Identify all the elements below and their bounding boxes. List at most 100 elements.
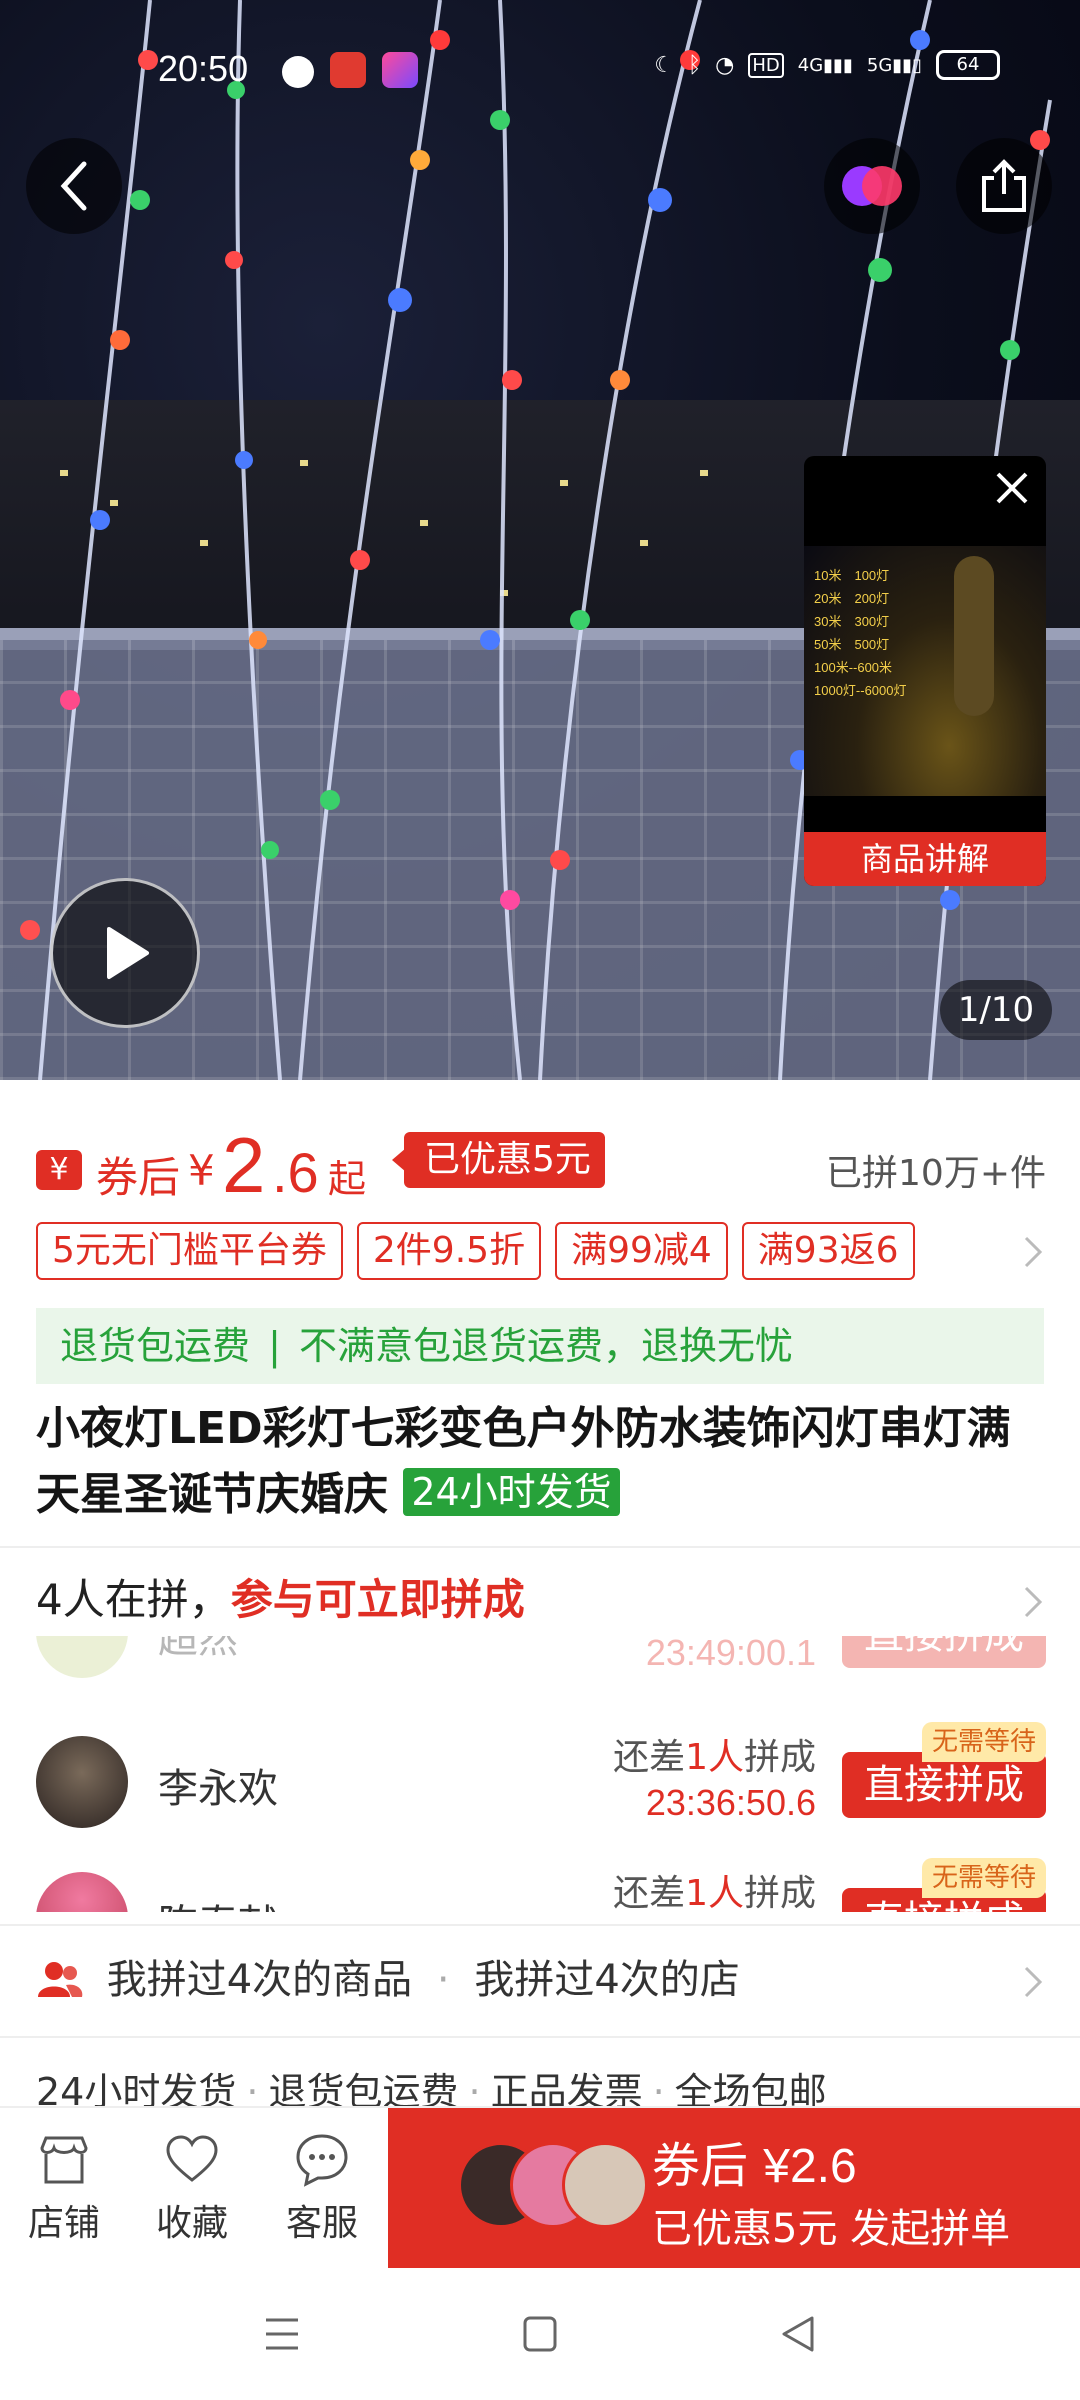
history-separator: · [436,1957,450,2003]
status-time: 20:50 [158,48,249,89]
chevron-right-icon[interactable] [1022,1964,1046,2000]
no-wait-badge: 无需等待 [921,1722,1046,1762]
after-coupon-label: 券后 [96,1153,181,1202]
users-icon [38,1962,83,1997]
buy-price-line: 券后 ¥2.6 [652,2138,857,2194]
coupon-tag[interactable]: 5元无门槛平台券 [36,1222,343,1280]
yen-badge-icon: ¥ [36,1150,82,1190]
service-item: 全场包邮 [674,2070,827,2110]
service-item: 正品发票 [490,2070,643,2110]
chevron-left-icon [60,161,87,211]
service-item: 24小时发货 [36,2070,237,2110]
spec-line: 30米 300灯 [814,614,890,629]
moon-icon: ☾ [654,52,674,78]
guarantee-right: 不满意包退货运费，退换无忧 [299,1324,794,1368]
close-video-button[interactable] [984,460,1040,516]
image-counter: 1/10 [940,980,1052,1040]
countdown-timer: 23:36:50.6 [645,1782,816,1823]
share-button[interactable] [956,138,1052,234]
floating-video-player[interactable]: 10米 100灯 20米 200灯 30米 300灯 50米 500灯 100米… [804,456,1046,886]
buy-subtitle: 已优惠5元 发起拼单 [652,2206,1011,2252]
system-navigation-bar [0,2268,1080,2400]
coupon-tag[interactable]: 2件9.5折 [356,1222,542,1280]
guarantee-left: 退货包运费 [60,1324,251,1368]
history-items[interactable]: 我拼过4次的商品 [107,1957,412,2003]
menu-icon[interactable] [262,2312,302,2356]
price-integer: 2 [222,1121,266,1209]
participant-avatars [458,2142,648,2232]
group-member-row[interactable]: 超然 23:49:00.1 直接拼成 [36,1636,1046,1692]
bluetooth-icon: ᛒ [687,52,702,78]
store-icon [40,2136,88,2184]
home-icon[interactable] [520,2312,560,2356]
service-guarantees-row[interactable]: 24小时发货 · 退货包运费 · 正品发票 · 全场包邮 [36,2064,1046,2110]
history-stores[interactable]: 我拼过4次的店 [474,1957,739,2003]
battery-indicator: 64 [936,50,1000,80]
video-specs: 10米 100灯 20米 200灯 30米 300灯 50米 500灯 100米… [814,564,907,702]
back-button[interactable] [26,138,122,234]
app-icon [382,52,418,88]
play-video-button[interactable] [50,878,200,1028]
group-buy-header[interactable]: 4人在拼，参与可立即拼成 [36,1570,1046,1630]
group-member-row[interactable]: 李永欢 还差1人拼成 23:36:50.6 直接拼成 无需等待 [36,1722,1046,1842]
heart-icon [166,2135,218,2182]
coupon-tag[interactable]: 满99减4 [555,1222,728,1280]
coupon-tag[interactable]: 满93返6 [741,1222,915,1280]
product-detail-page: 20:50 ☾ ᛒ ◔ HD 4G▮▮▮ 5G▮▮▯ 64 10米 100灯 2… [0,0,1080,2400]
spec-line: 10米 100灯 [814,568,890,583]
close-icon [996,472,1028,504]
member-name: 李永欢 [158,1766,278,1812]
price-suffix: 起 [328,1157,367,1201]
avatar [36,1736,128,1828]
product-title: 小夜灯LED彩灯七彩变色户外防水装饰闪灯串灯满天星圣诞节庆婚庆 24小时发货 [36,1396,1046,1528]
favorite-tab[interactable]: 收藏 [132,2132,252,2246]
divider [0,1924,1080,1926]
group-count: 4人在拼， [36,1575,231,1624]
group-member-list[interactable]: 超然 23:49:00.1 直接拼成 李永欢 还差1人拼成 23:36:50.6… [0,1636,1080,1912]
spec-line: 20米 200灯 [814,591,890,606]
join-group-button[interactable]: 直接拼成 [842,1636,1046,1668]
need-count: 还差1人拼成 [613,1873,816,1912]
toutiao-icon [330,52,366,88]
guarantee-separator: | [268,1324,281,1368]
spec-line: 50米 500灯 [814,637,890,652]
coupon-row[interactable]: 5元无门槛平台券 2件9.5折 满99减4 满93返6 [36,1222,1056,1280]
group-cta: 参与可立即拼成 [230,1575,525,1624]
tab-label: 收藏 [155,2203,228,2244]
customer-service-tab[interactable]: 客服 [262,2132,382,2246]
price-decimal: .6 [272,1141,319,1204]
chat-icon [296,2134,348,2187]
tree-graphic [954,556,994,716]
wifi-icon: ◔ [715,52,735,78]
chevron-right-icon[interactable] [1022,1584,1046,1620]
brand-logo-button[interactable] [824,138,920,234]
bottom-action-bar: 店铺 收藏 客服 券后 ¥2.6 已优惠5元 发起拼单 [0,2106,1080,2270]
tab-label: 客服 [285,2203,358,2244]
spec-line: 100米--600米 [814,660,893,675]
status-bar: 20:50 ☾ ᛒ ◔ HD 4G▮▮▮ 5G▮▮▯ 64 [0,40,1080,100]
return-guarantee-banner[interactable]: 退货包运费 | 不满意包退货运费，退换无忧 [36,1308,1044,1384]
purchase-history-row[interactable]: 我拼过4次的商品 · 我拼过4次的店 [36,1950,1046,2010]
group-member-row[interactable]: 陈春献 还差1人拼成 直接拼成 无需等待 [36,1858,1046,1912]
product-explain-label[interactable]: 商品讲解 [804,832,1046,886]
currency-symbol: ¥ [188,1146,215,1195]
back-nav-icon[interactable] [778,2312,818,2356]
5g-signal-icon: 5G▮▮▯ [866,54,922,76]
member-name: 超然 [158,1636,238,1662]
avatar [562,2142,648,2228]
store-tab[interactable]: 店铺 [4,2132,124,2246]
avatar [36,1636,128,1678]
hd-icon: HD [748,52,784,78]
fast-shipping-badge: 24小时发货 [403,1468,620,1516]
countdown-timer: 23:49:00.1 [645,1636,816,1673]
play-icon [107,927,149,979]
wechat-icon [282,56,314,88]
member-name: 陈春献 [158,1892,278,1912]
chevron-right-icon[interactable] [1022,1234,1046,1270]
4g-signal-icon: 4G▮▮▮ [797,54,853,76]
price-row: ¥ 券后 ¥ 2 .6 起 已优惠5元 已拼10万+件 [36,1120,1046,1210]
sold-count: 已拼10万+件 [826,1153,1046,1194]
start-group-buy-button[interactable]: 券后 ¥2.6 已优惠5元 发起拼单 [388,2108,1080,2270]
avatar [36,1872,128,1912]
product-image-carousel[interactable]: 20:50 ☾ ᛒ ◔ HD 4G▮▮▮ 5G▮▮▯ 64 10米 100灯 2… [0,0,1080,1080]
